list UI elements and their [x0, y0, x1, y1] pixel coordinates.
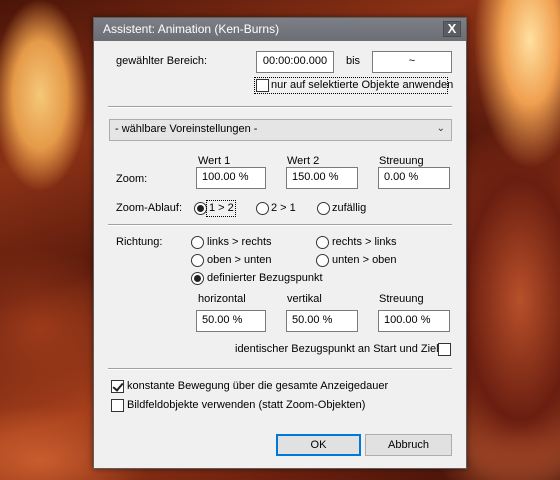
ken-burns-dialog: Assistent: Animation (Ken-Burns) X gewäh…	[93, 17, 467, 469]
direction-radio-bottom-top[interactable]	[316, 254, 329, 267]
direction-option-left-right[interactable]: links > rechts	[207, 236, 272, 248]
constant-motion-checkbox[interactable]	[111, 380, 124, 393]
presets-dropdown[interactable]: - wählbare Voreinstellungen - ⌄	[109, 119, 452, 141]
zoom-sequence-radio-2to1[interactable]	[256, 202, 269, 215]
direction-radio-top-bottom[interactable]	[191, 254, 204, 267]
separator	[108, 224, 452, 226]
close-icon: X	[447, 21, 457, 36]
direction-radio-right-left[interactable]	[316, 236, 329, 249]
zoom-sequence-radio-random[interactable]	[317, 202, 330, 215]
close-button[interactable]: X	[443, 21, 461, 37]
zoom-spread-field[interactable]: 0.00 %	[378, 167, 450, 189]
zoom-col-value1: Wert 1	[198, 155, 231, 167]
title-bar[interactable]: Assistent: Animation (Ken-Burns) X	[94, 18, 466, 41]
direction-option-top-bottom[interactable]: oben > unten	[207, 254, 272, 266]
direction-vertical-field[interactable]: 50.00 %	[286, 310, 358, 332]
direction-col-spread: Streuung	[379, 293, 424, 305]
direction-spread-field[interactable]: 100.00 %	[378, 310, 450, 332]
frame-objects-checkbox[interactable]	[111, 399, 124, 412]
separator	[108, 368, 452, 370]
zoom-col-spread: Streuung	[379, 155, 424, 167]
direction-radio-reference-point[interactable]	[191, 272, 204, 285]
direction-col-horizontal: horizontal	[198, 293, 246, 305]
direction-option-reference-point[interactable]: definierter Bezugspunkt	[207, 272, 323, 284]
range-end-field[interactable]: ~	[372, 51, 452, 73]
chevron-down-icon: ⌄	[436, 123, 445, 134]
zoom-label: Zoom:	[116, 173, 148, 185]
range-to-label: bis	[346, 55, 361, 67]
dialog-client: gewählter Bereich: 00:00:00.000 bis ~ nu…	[94, 41, 466, 468]
constant-motion-label[interactable]: konstante Bewegung über die gesamte Anze…	[127, 380, 388, 392]
zoom-value1-field[interactable]: 100.00 %	[196, 167, 266, 189]
zoom-sequence-option-1to2[interactable]: 1 > 2	[209, 202, 234, 214]
frame-objects-label[interactable]: Bildfeldobjekte verwenden (statt Zoom-Ob…	[127, 399, 365, 411]
direction-radio-left-right[interactable]	[191, 236, 204, 249]
cancel-button[interactable]: Abbruch	[365, 434, 452, 456]
zoom-sequence-option-2to1[interactable]: 2 > 1	[271, 202, 296, 214]
dialog-title: Assistent: Animation (Ken-Burns)	[103, 22, 280, 36]
direction-col-vertical: vertikal	[287, 293, 322, 305]
identical-reference-label[interactable]: identischer Bezugspunkt an Start und Zie…	[235, 343, 439, 355]
separator	[108, 106, 452, 108]
zoom-col-value2: Wert 2	[287, 155, 320, 167]
zoom-value2-field[interactable]: 150.00 %	[286, 167, 358, 189]
zoom-sequence-option-random[interactable]: zufällig	[332, 202, 366, 214]
presets-selected: - wählbare Voreinstellungen -	[115, 123, 258, 135]
ok-button[interactable]: OK	[276, 434, 361, 456]
direction-horizontal-field[interactable]: 50.00 %	[196, 310, 266, 332]
selected-only-label[interactable]: nur auf selektierte Objekte anwenden	[271, 79, 453, 91]
range-start-field[interactable]: 00:00:00.000	[256, 51, 334, 73]
direction-option-right-left[interactable]: rechts > links	[332, 236, 397, 248]
direction-option-bottom-top[interactable]: unten > oben	[332, 254, 397, 266]
direction-label: Richtung:	[116, 236, 163, 248]
range-label: gewählter Bereich:	[116, 55, 208, 67]
zoom-sequence-label: Zoom-Ablauf:	[116, 202, 183, 214]
identical-reference-checkbox[interactable]	[438, 343, 451, 356]
